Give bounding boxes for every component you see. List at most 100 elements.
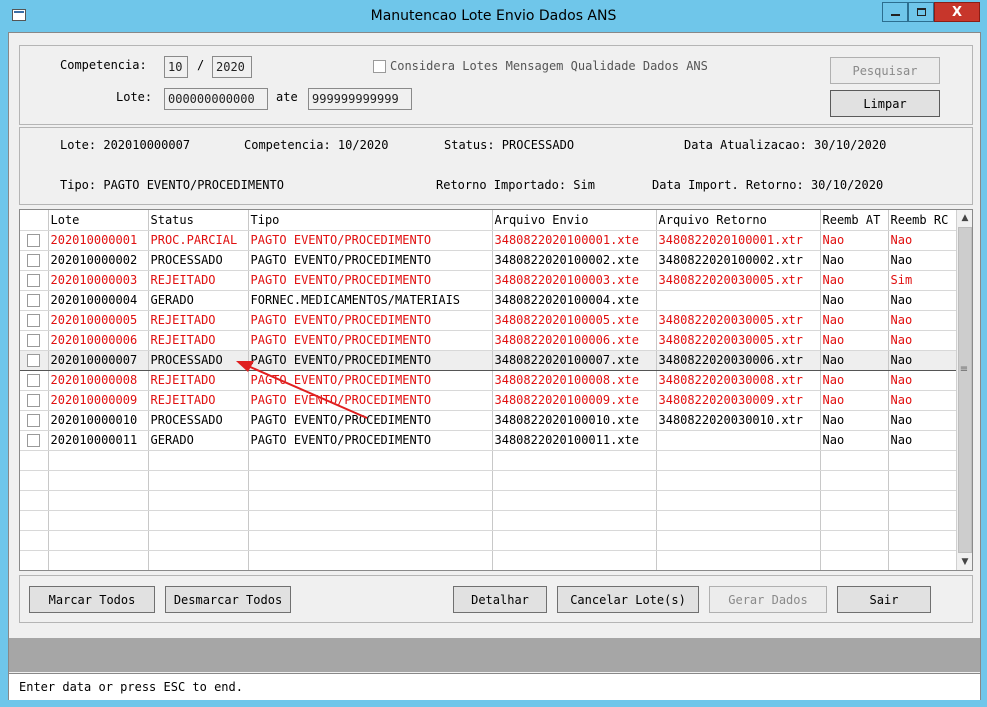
cell-tipo: PAGTO EVENTO/PROCEDIMENTO [248, 390, 493, 411]
cell-check[interactable] [20, 349, 49, 371]
desmarcar-todos-button[interactable]: Desmarcar Todos [165, 586, 291, 613]
empty-cell [248, 490, 493, 511]
limpar-button[interactable]: Limpar [830, 90, 940, 117]
cell-lote: 202010000002 [48, 250, 149, 271]
cell-reemb-at: Nao [820, 430, 889, 451]
cancelar-lotes-button[interactable]: Cancelar Lote(s) [557, 586, 699, 613]
cell-tipo: PAGTO EVENTO/PROCEDIMENTO [248, 270, 493, 291]
pesquisar-button[interactable]: Pesquisar [830, 57, 940, 84]
empty-cell [248, 510, 493, 531]
cell-reemb-at: Nao [820, 330, 889, 351]
row-checkbox[interactable] [27, 374, 40, 387]
table-row[interactable]: 202010000001 PROC.PARCIAL PAGTO EVENTO/PRO… [20, 230, 957, 251]
col-header-lote[interactable]: Lote [48, 210, 149, 231]
lote-label: Lote: [116, 90, 153, 104]
cell-tipo: PAGTO EVENTO/PROCEDIMENTO [248, 410, 493, 431]
maximize-button[interactable] [908, 2, 934, 22]
cell-arquivo-retorno: 3480822020030005.xtr [656, 330, 821, 351]
row-checkbox[interactable] [27, 414, 40, 427]
row-checkbox[interactable] [27, 314, 40, 327]
row-checkbox[interactable] [27, 334, 40, 347]
cell-status: PROC.PARCIAL [148, 230, 249, 251]
gerar-dados-button[interactable]: Gerar Dados [709, 586, 827, 613]
row-checkbox[interactable] [27, 234, 40, 247]
col-header-reemb-rc[interactable]: Reemb RC [888, 210, 957, 231]
scroll-up-icon[interactable]: ▲ [957, 210, 972, 226]
row-checkbox[interactable] [27, 354, 40, 367]
table-row[interactable]: 202010000010 PROCESSADO PAGTO EVENTO/PROCE… [20, 410, 957, 431]
col-header-reemb-at[interactable]: Reemb AT [820, 210, 889, 231]
empty-cell [820, 510, 889, 531]
scroll-grip-icon: ≡ [959, 364, 969, 375]
cell-check[interactable] [20, 310, 49, 331]
row-checkbox[interactable] [27, 254, 40, 267]
cell-arquivo-envio: 3480822020100005.xte [492, 310, 657, 331]
cell-arquivo-retorno: 3480822020030005.xtr [656, 270, 821, 291]
cell-check[interactable] [20, 330, 49, 351]
empty-cell [20, 450, 49, 471]
grid-scrollbar[interactable]: ▲ ≡ ▼ [956, 210, 972, 570]
table-row[interactable]: 202010000003 REJEITADO PAGTO EVENTO/PROCED… [20, 270, 957, 291]
cell-tipo: PAGTO EVENTO/PROCEDIMENTO [248, 430, 493, 451]
table-row[interactable]: 202010000002 PROCESSADO PAGTO EVENTO/PROCE… [20, 250, 957, 271]
empty-row [20, 510, 957, 531]
cell-reemb-at: Nao [820, 270, 889, 291]
table-row[interactable]: 202010000011 GERADO PAGTO EVENTO/PROCEDIME… [20, 430, 957, 451]
cell-check[interactable] [20, 230, 49, 251]
competencia-year-field[interactable]: 2020 [212, 56, 252, 78]
table-row[interactable]: 202010000005 REJEITADO PAGTO EVENTO/PROCED… [20, 310, 957, 331]
lote-from-field[interactable]: 000000000000 [164, 88, 268, 110]
lotes-grid[interactable]: Lote Status Tipo Arquivo Envio Arquivo R… [19, 209, 973, 571]
empty-cell [888, 490, 957, 511]
competencia-month-field[interactable]: 10 [164, 56, 188, 78]
table-row[interactable]: 202010000004 GERADO FORNEC.MEDICAMENTOS/MA… [20, 290, 957, 311]
col-header-arquivo-retorno[interactable]: Arquivo Retorno [656, 210, 821, 231]
table-row[interactable]: 202010000007 PROCESSADO PAGTO EVENTO/PROCE… [20, 349, 957, 371]
cell-check[interactable] [20, 270, 49, 291]
empty-row [20, 550, 957, 570]
row-checkbox[interactable] [27, 434, 40, 447]
cell-arquivo-retorno: 3480822020100002.xtr [656, 250, 821, 271]
col-header-tipo[interactable]: Tipo [248, 210, 493, 231]
col-header-status[interactable]: Status [148, 210, 249, 231]
empty-cell [888, 550, 957, 570]
detalhar-button[interactable]: Detalhar [453, 586, 547, 613]
empty-cell [888, 450, 957, 471]
cell-reemb-rc: Nao [888, 330, 957, 351]
cell-check[interactable] [20, 370, 49, 391]
col-header-check[interactable] [20, 210, 49, 231]
cell-check[interactable] [20, 390, 49, 411]
table-row[interactable]: 202010000006 REJEITADO PAGTO EVENTO/PROCED… [20, 330, 957, 351]
row-checkbox[interactable] [27, 294, 40, 307]
scroll-thumb[interactable] [958, 227, 972, 553]
row-checkbox[interactable] [27, 274, 40, 287]
gray-bar [9, 638, 980, 672]
close-button[interactable]: X [934, 2, 980, 22]
cell-check[interactable] [20, 250, 49, 271]
marcar-todos-button[interactable]: Marcar Todos [29, 586, 155, 613]
close-icon: X [951, 4, 963, 20]
lote-to-field[interactable]: 999999999999 [308, 88, 412, 110]
empty-cell [20, 530, 49, 551]
col-header-arquivo-envio[interactable]: Arquivo Envio [492, 210, 657, 231]
competencia-label: Competencia: [60, 58, 147, 72]
cell-check[interactable] [20, 290, 49, 311]
empty-cell [492, 490, 657, 511]
cell-status: REJEITADO [148, 310, 249, 331]
cell-check[interactable] [20, 410, 49, 431]
cell-lote: 202010000008 [48, 370, 149, 391]
cell-reemb-at: Nao [820, 349, 889, 371]
sair-button[interactable]: Sair [837, 586, 931, 613]
cell-tipo: PAGTO EVENTO/PROCEDIMENTO [248, 349, 493, 371]
detail-data-import: Data Import. Retorno: 30/10/2020 [652, 178, 884, 192]
empty-cell [888, 510, 957, 531]
scroll-down-icon[interactable]: ▼ [957, 554, 972, 570]
empty-cell [20, 470, 49, 491]
minimize-button[interactable] [882, 2, 908, 22]
considera-checkbox[interactable] [373, 60, 386, 73]
table-row[interactable]: 202010000009 REJEITADO PAGTO EVENTO/PROCED… [20, 390, 957, 411]
row-checkbox[interactable] [27, 394, 40, 407]
cell-check[interactable] [20, 430, 49, 451]
table-row[interactable]: 202010000008 REJEITADO PAGTO EVENTO/PROCED… [20, 370, 957, 391]
empty-cell [48, 530, 149, 551]
